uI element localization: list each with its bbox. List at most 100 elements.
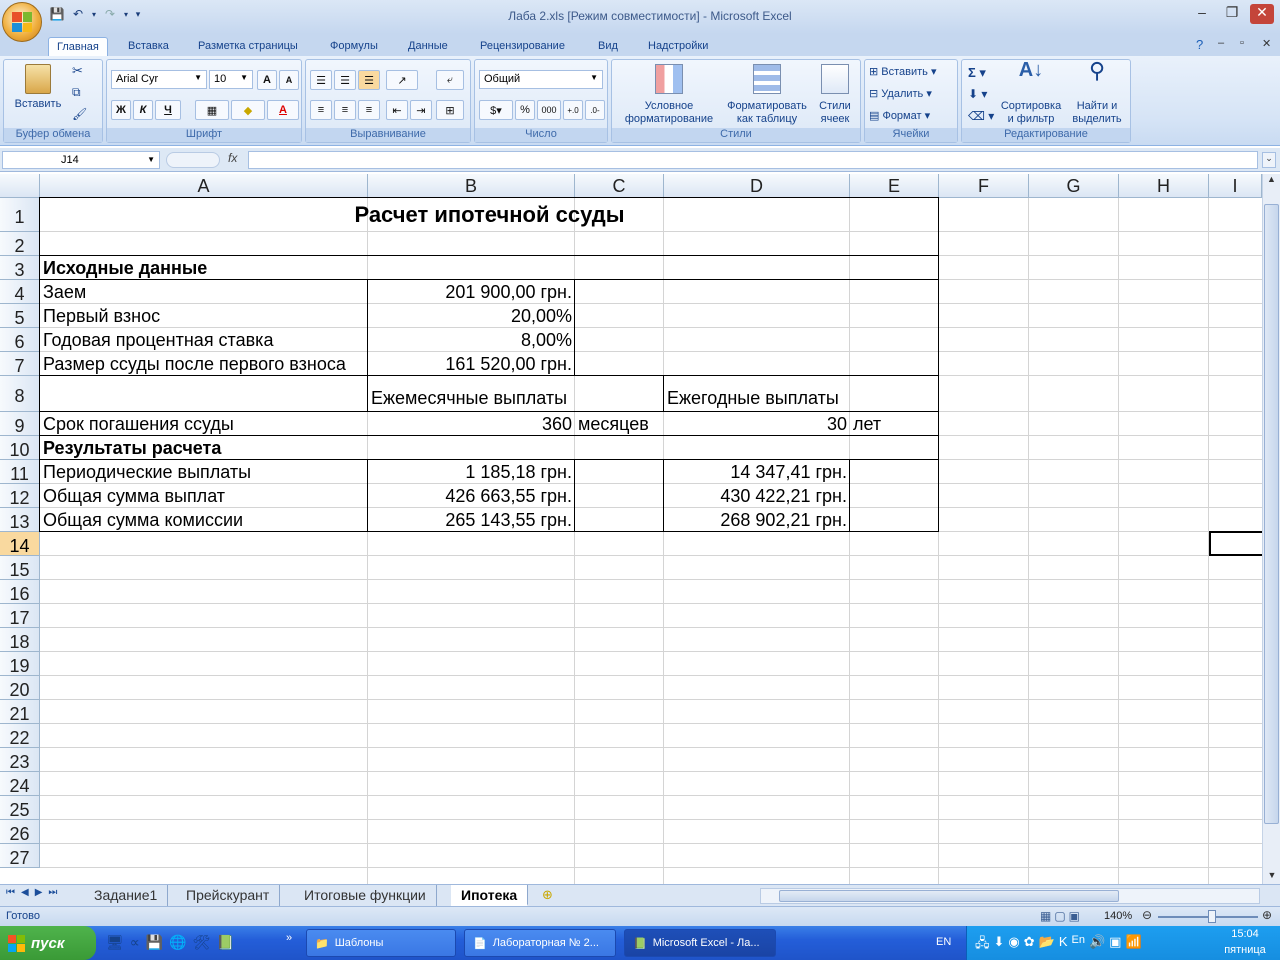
row-header-5[interactable]: 5 — [0, 304, 40, 328]
folder-tray-icon[interactable]: 📂 — [1039, 934, 1055, 956]
increase-decimal-icon[interactable]: +.0 — [563, 100, 583, 120]
align-left-icon[interactable]: ≡ — [310, 100, 332, 120]
cell-a6[interactable]: Годовая процентная ставка — [40, 328, 276, 352]
browser-icon[interactable]: 🌐 — [169, 934, 186, 951]
decrease-decimal-icon[interactable]: .0- — [585, 100, 605, 120]
row-header-3[interactable]: 3 — [0, 256, 40, 280]
row-header-22[interactable]: 22 — [0, 724, 40, 748]
horizontal-scroll-thumb[interactable] — [779, 890, 1119, 902]
cell-b8[interactable]: Ежемесячные выплаты — [368, 376, 570, 412]
insert-function-icon[interactable]: fx — [228, 151, 237, 165]
row-header-24[interactable]: 24 — [0, 772, 40, 796]
row-header-8[interactable]: 8 — [0, 376, 40, 412]
align-top-icon[interactable]: ☰ — [310, 70, 332, 90]
cell-b13[interactable]: 265 143,55 грн. — [368, 508, 575, 532]
kaspersky-icon[interactable]: K — [1059, 934, 1068, 956]
formula-bar-expand-icon[interactable]: ⌄ — [1262, 152, 1276, 168]
delete-cells-button[interactable]: ⊟ Удалить ▾ — [869, 88, 932, 101]
row-header-2[interactable]: 2 — [0, 232, 40, 256]
office-button[interactable] — [2, 2, 42, 42]
sort-filter-button[interactable]: A↓ Сортировка и фильтр — [996, 60, 1066, 126]
column-header-a[interactable]: A — [40, 174, 368, 198]
cell-b4[interactable]: 201 900,00 грн. — [368, 280, 575, 304]
tray-language-indicator[interactable]: En — [1072, 934, 1085, 956]
close-icon[interactable]: ✕ — [1250, 4, 1274, 24]
torrent-icon[interactable]: ⬇ — [994, 934, 1005, 956]
tab-page-layout[interactable]: Разметка страницы — [190, 37, 306, 56]
underline-button[interactable]: Ч — [155, 100, 181, 120]
tab-addins[interactable]: Надстройки — [640, 37, 716, 56]
zoom-out-icon[interactable]: ⊖ — [1142, 908, 1152, 922]
wrap-text-icon[interactable]: ⤶ — [436, 70, 464, 90]
cell-a9[interactable]: Срок погашения ссуды — [40, 412, 237, 436]
volume-icon[interactable]: 🔊 — [1089, 934, 1105, 956]
column-header-i[interactable]: I — [1209, 174, 1262, 198]
cell-a7[interactable]: Размер ссуды после первого взноса — [40, 352, 349, 376]
redo-dropdown-icon[interactable]: ▾ — [122, 5, 130, 23]
column-header-d[interactable]: D — [664, 174, 850, 198]
network-icon[interactable]: 🖧 — [975, 934, 990, 956]
save-icon[interactable]: 💾 — [48, 5, 66, 23]
row-header-25[interactable]: 25 — [0, 796, 40, 820]
row-header-26[interactable]: 26 — [0, 820, 40, 844]
row-header-12[interactable]: 12 — [0, 484, 40, 508]
sheet-tab-pricelist[interactable]: Прейскурант — [176, 885, 281, 906]
decrease-indent-icon[interactable]: ⇤ — [386, 100, 408, 120]
fill-color-icon[interactable]: ◆ — [231, 100, 265, 120]
cell-b6[interactable]: 8,00% — [368, 328, 575, 352]
cut-icon[interactable]: ✂ — [72, 64, 83, 77]
doc-restore-icon[interactable]: ▫ — [1240, 37, 1244, 49]
borders-icon[interactable]: ▦ — [195, 100, 229, 120]
tab-home[interactable]: Главная — [48, 37, 108, 56]
insert-cells-button[interactable]: ⊞ Вставить ▾ — [869, 66, 937, 79]
view-buttons-icon[interactable]: ▦▢▣ — [1040, 909, 1083, 923]
currency-format-icon[interactable]: $▾ — [479, 100, 513, 120]
row-header-19[interactable]: 19 — [0, 652, 40, 676]
wireless-icon[interactable]: 📶 — [1125, 934, 1141, 956]
sheet-tab-task1[interactable]: Задание1 — [84, 885, 169, 906]
font-color-icon[interactable]: A — [267, 100, 299, 120]
row-header-18[interactable]: 18 — [0, 628, 40, 652]
quick-launch-more-icon[interactable]: » — [286, 932, 292, 944]
undo-dropdown-icon[interactable]: ▾ — [90, 5, 98, 23]
vertical-scrollbar[interactable]: ▲ ▼ — [1262, 174, 1280, 886]
row-header-21[interactable]: 21 — [0, 700, 40, 724]
row-header-11[interactable]: 11 — [0, 460, 40, 484]
horizontal-scrollbar[interactable] — [760, 888, 1260, 904]
math-app-icon[interactable]: ∝ — [130, 934, 140, 951]
cell-a3[interactable]: Исходные данные — [40, 256, 210, 280]
tab-view[interactable]: Вид — [590, 37, 626, 56]
format-painter-icon[interactable]: 🖌 — [72, 108, 87, 121]
align-right-icon[interactable]: ≡ — [358, 100, 380, 120]
row-header-16[interactable]: 16 — [0, 580, 40, 604]
name-box[interactable]: J14 ▼ — [2, 151, 160, 169]
doc-minimize-icon[interactable]: – — [1218, 37, 1224, 49]
new-sheet-icon[interactable]: ⊕ — [542, 887, 553, 903]
undo-icon[interactable]: ↶ — [69, 5, 87, 23]
language-indicator[interactable]: EN — [936, 936, 951, 948]
column-header-h[interactable]: H — [1119, 174, 1209, 198]
format-as-table-button[interactable]: Форматировать как таблицу — [724, 64, 810, 126]
align-bottom-icon[interactable]: ☰ — [358, 70, 380, 90]
paste-button[interactable]: Вставить — [8, 64, 68, 111]
row-header-14[interactable]: 14 — [0, 532, 40, 556]
font-name-combo[interactable]: Arial Cyr ▼ — [111, 70, 207, 89]
font-size-combo[interactable]: 10 ▼ — [209, 70, 253, 89]
find-select-button[interactable]: ⚲ Найти и выделить — [1066, 60, 1128, 126]
column-header-b[interactable]: B — [368, 174, 575, 198]
number-format-combo[interactable]: Общий ▼ — [479, 70, 603, 89]
zoom-in-icon[interactable]: ⊕ — [1262, 908, 1272, 922]
orientation-icon[interactable]: ↗ — [386, 70, 418, 90]
cell-b5[interactable]: 20,00% — [368, 304, 575, 328]
row-header-23[interactable]: 23 — [0, 748, 40, 772]
clear-icon[interactable]: ⌫ ▾ — [968, 110, 994, 123]
format-cells-button[interactable]: ▤ Формат ▾ — [869, 110, 930, 123]
cell-a4[interactable]: Заем — [40, 280, 89, 304]
formula-expand-handle[interactable] — [166, 152, 220, 168]
cell-c9[interactable]: месяцев — [575, 412, 652, 436]
vertical-scroll-thumb[interactable] — [1264, 204, 1279, 824]
align-middle-icon[interactable]: ☰ — [334, 70, 356, 90]
row-header-6[interactable]: 6 — [0, 328, 40, 352]
messenger-icon[interactable]: ◉ — [1008, 934, 1019, 956]
redo-icon[interactable]: ↷ — [101, 5, 119, 23]
